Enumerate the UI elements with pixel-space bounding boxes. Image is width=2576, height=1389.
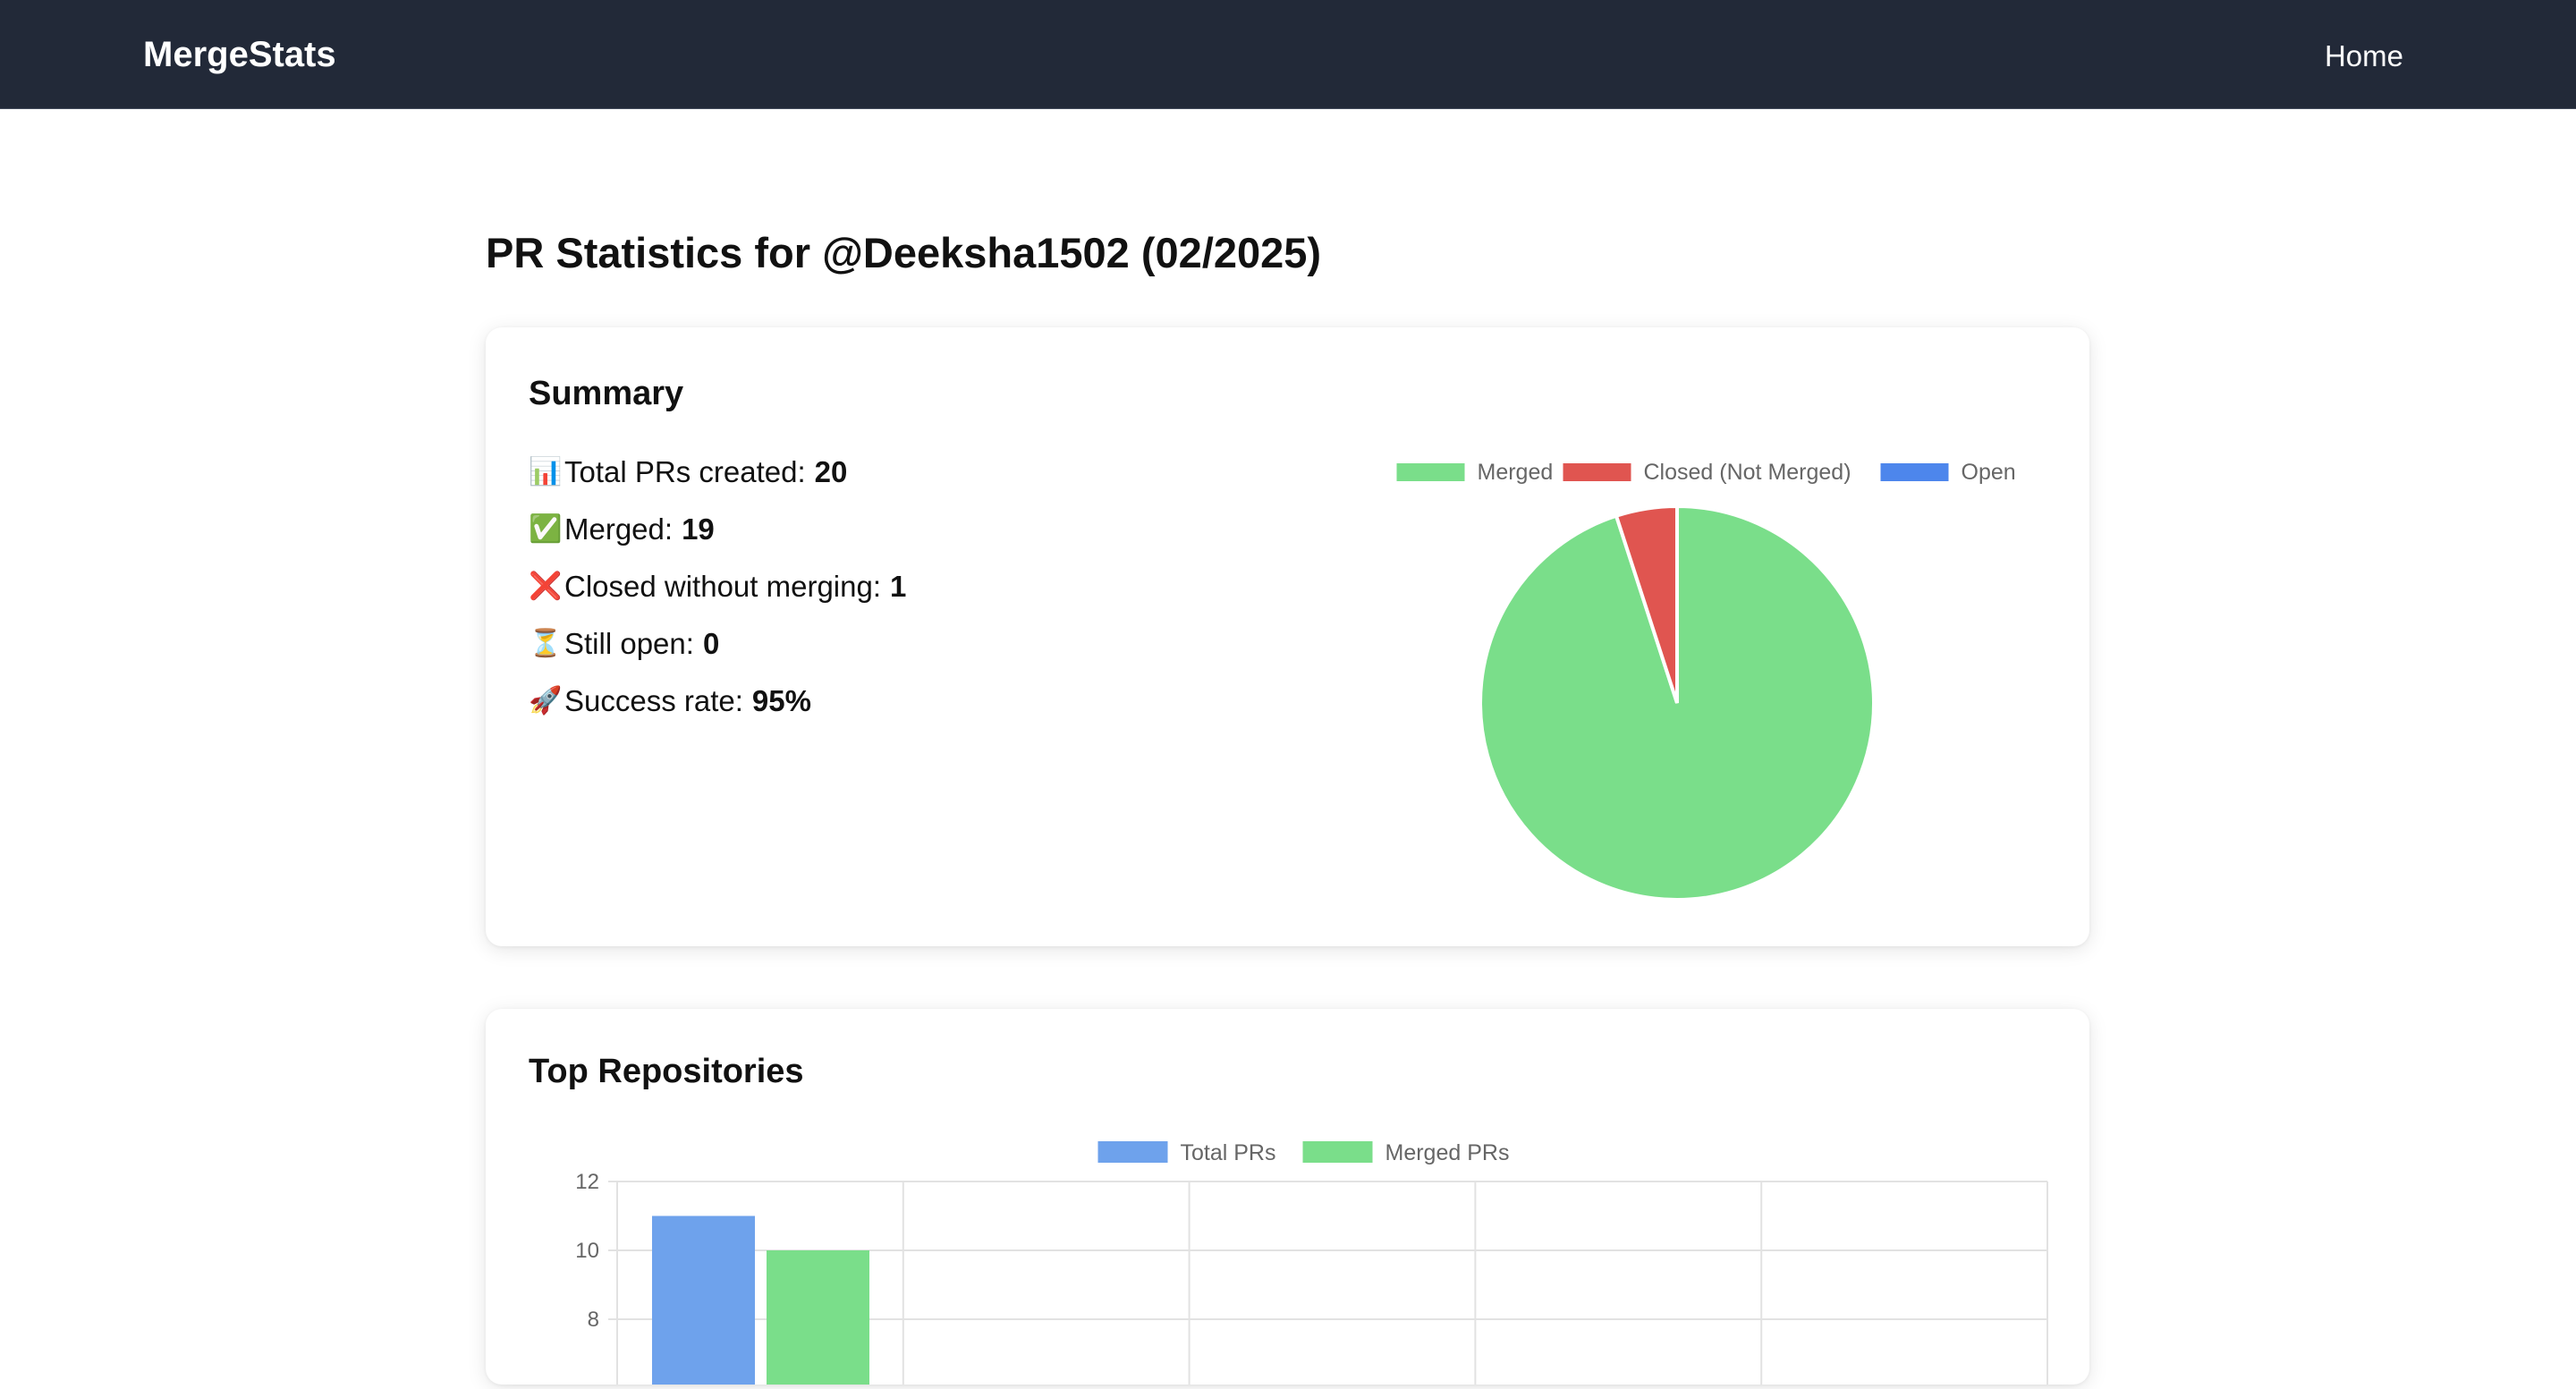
legend-swatch (1302, 1141, 1373, 1163)
legend-label: Merged (1478, 460, 1554, 485)
summary-stats-list: 📊 Total PRs created: 20 ✅ Merged: 19 ❌ C… (529, 444, 906, 730)
y-tick-label: 8 (588, 1308, 599, 1332)
repos-bar-chart: Total PRs Merged PRs 12 10 8 (539, 1116, 2060, 1389)
legend-swatch (1396, 463, 1465, 481)
pie-legend-item[interactable]: Open (1880, 460, 2016, 485)
bar-merged-prs[interactable] (767, 1250, 869, 1389)
stat-label: Total PRs created: (564, 455, 806, 488)
bar-total-prs[interactable] (652, 1215, 755, 1389)
legend-label: Merged PRs (1385, 1140, 1510, 1165)
pie-legend-item[interactable]: Merged (1396, 460, 1554, 485)
stat-open: ⏳ Still open: 0 (529, 615, 906, 673)
legend-swatch (1880, 463, 1949, 481)
y-tick-label: 10 (575, 1239, 599, 1263)
brand-logo[interactable]: MergeStats (143, 32, 336, 77)
stat-merged: ✅ Merged: 19 (529, 501, 906, 558)
bar-legend-item[interactable]: Merged PRs (1302, 1140, 1510, 1165)
bar-chart-icon: 📊 (529, 457, 563, 487)
legend-label: Total PRs (1181, 1140, 1276, 1165)
legend-swatch (1097, 1141, 1168, 1163)
rocket-icon: 🚀 (529, 686, 563, 716)
stat-closed: ❌ Closed without merging: 1 (529, 558, 906, 615)
stat-value: 95% (751, 684, 811, 717)
y-tick-label: 12 (575, 1170, 599, 1194)
cross-icon: ❌ (529, 572, 563, 601)
summary-card: Summary 📊 Total PRs created: 20 ✅ Merged… (486, 327, 2089, 946)
page-title: PR Statistics for @Deeksha1502 (02/2025) (486, 229, 1322, 276)
pie-legend-item[interactable]: Closed (Not Merged) (1563, 460, 1852, 485)
check-icon: ✅ (529, 514, 563, 544)
stat-value: 20 (814, 455, 848, 488)
stat-value: 1 (890, 570, 907, 603)
navbar: MergeStats Home (0, 0, 2576, 109)
top-repos-card: Top Repositories Total PRs Merged PRs 12 10… (486, 1009, 2089, 1389)
legend-label: Closed (Not Merged) (1644, 460, 1852, 485)
nav-home-link[interactable]: Home (2325, 34, 2403, 79)
stat-label: Success rate: (564, 684, 743, 717)
stat-label: Still open: (564, 627, 694, 660)
stat-success-rate: 🚀 Success rate: 95% (529, 673, 906, 730)
top-repos-title: Top Repositories (529, 1053, 804, 1090)
bar-chart-svg: Total PRs Merged PRs 12 10 8 (575, 1140, 2048, 1389)
hourglass-icon: ⏳ (529, 629, 563, 658)
legend-swatch (1563, 463, 1631, 481)
stat-label: Closed without merging: (564, 570, 882, 603)
status-pie-chart: Merged Closed (Not Merged) Open (1371, 453, 2033, 918)
stat-label: Merged: (564, 512, 674, 546)
stat-total-prs: 📊 Total PRs created: 20 (529, 444, 906, 501)
pie-chart-svg: Merged Closed (Not Merged) Open (1396, 460, 2016, 902)
bar-legend-item[interactable]: Total PRs (1097, 1140, 1276, 1165)
legend-label: Open (1962, 460, 2016, 485)
stat-value: 19 (682, 512, 715, 546)
stat-value: 0 (702, 627, 720, 660)
summary-title: Summary (529, 375, 684, 412)
